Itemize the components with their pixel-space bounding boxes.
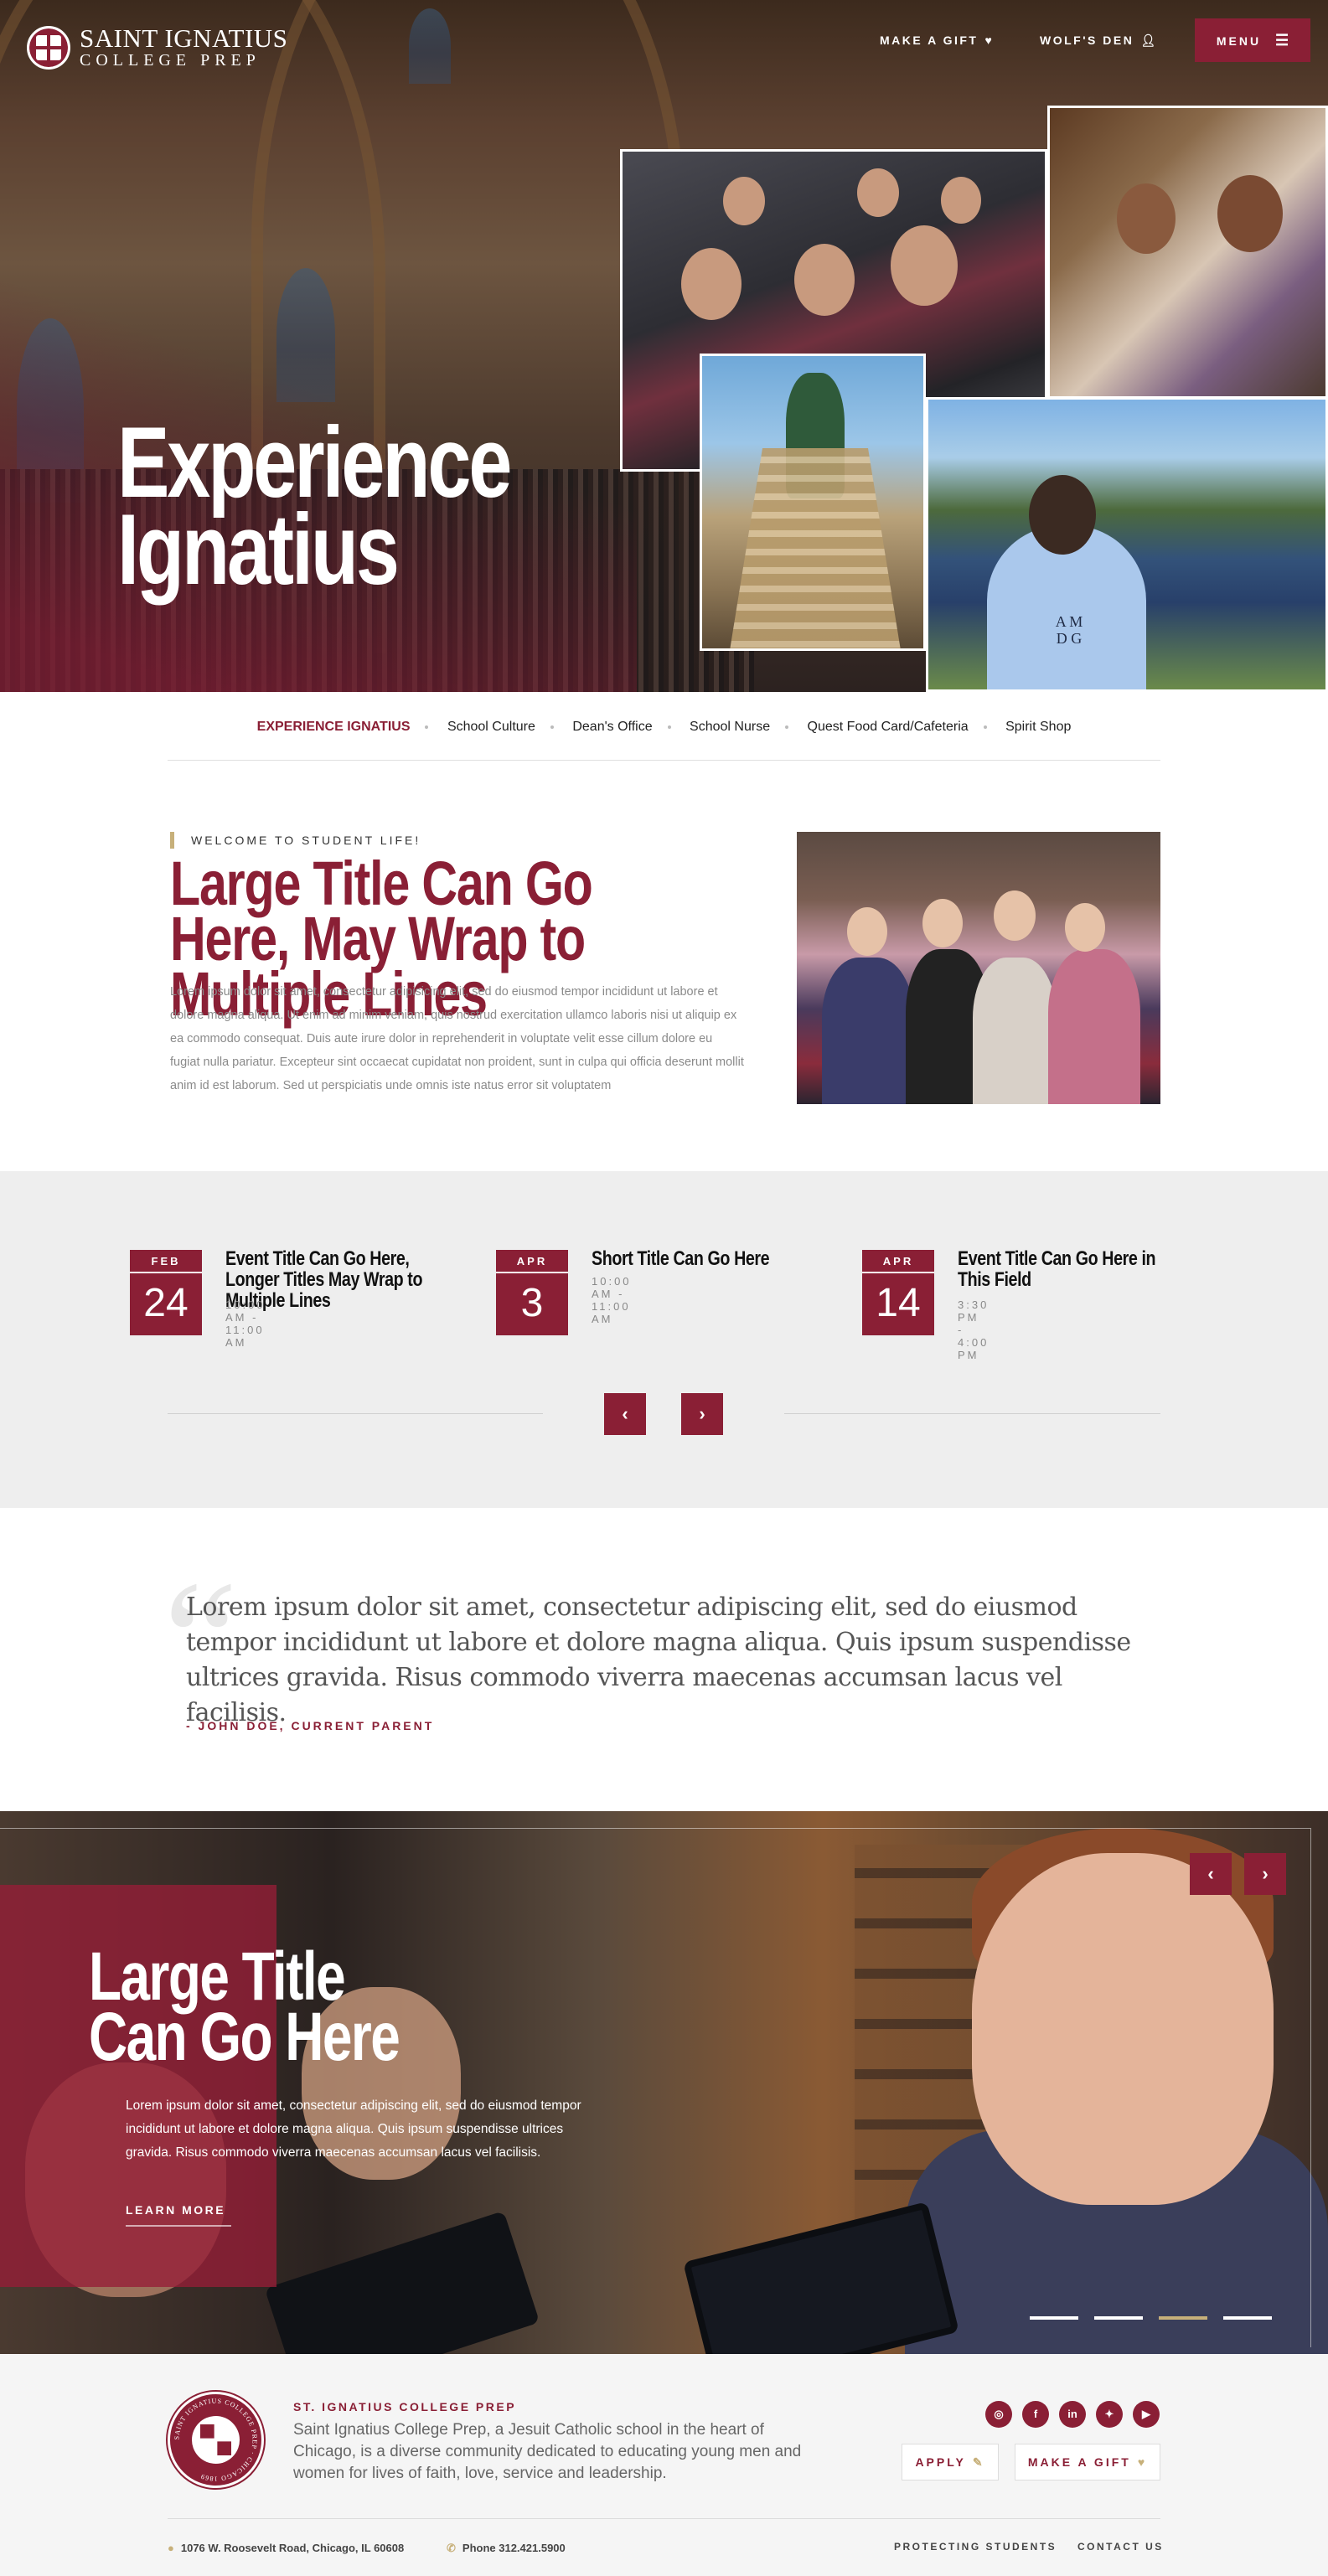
hero-photo-stair-structure xyxy=(700,354,926,651)
site-header: SAINT IGNATIUS COLLEGE PREP MAKE A GIFT ♥… xyxy=(0,0,1328,84)
learn-more-button[interactable]: LEARN MORE xyxy=(126,2203,231,2227)
pencil-icon: ✎ xyxy=(972,2455,985,2469)
footer-divider xyxy=(168,2518,1160,2519)
welcome-photo-students xyxy=(797,832,1160,1104)
welcome-eyebrow: WELCOME TO STUDENT LIFE! xyxy=(170,832,421,849)
subnav-item-spirit-shop[interactable]: Spirit Shop xyxy=(995,704,1081,751)
event-date-badge: APR 3 xyxy=(496,1250,568,1335)
events-next-button[interactable]: › xyxy=(681,1393,723,1435)
hero-section: A M D G Experience Ignatius xyxy=(0,0,1328,692)
footer-phone-text: Phone 312.421.5900 xyxy=(462,2542,566,2554)
make-a-gift-label: MAKE A GIFT xyxy=(880,34,979,47)
hero-photo-river: A M D G xyxy=(926,397,1328,692)
logo-wordmark[interactable]: SAINT IGNATIUS COLLEGE PREP xyxy=(80,23,288,70)
events-divider xyxy=(784,1413,1160,1414)
footer-phone[interactable]: ✆ Phone 312.421.5900 xyxy=(447,2542,566,2555)
twitter-icon[interactable]: ✦ xyxy=(1096,2401,1123,2428)
event-day: 3 xyxy=(520,1281,544,1325)
protecting-students-link[interactable]: PROTECTING STUDENTS xyxy=(894,2541,1057,2553)
event-month: APR xyxy=(862,1250,934,1273)
school-seal-icon: SAINT IGNATIUS COLLEGE PREP · CHICAGO 18… xyxy=(168,2392,264,2488)
events-section: FEB 24 Event Title Can Go Here, Longer T… xyxy=(0,1171,1328,1508)
logo-line2: COLLEGE PREP xyxy=(80,51,261,70)
chevron-left-icon: ‹ xyxy=(1207,1863,1214,1884)
quote-author: - JOHN DOE, CURRENT PARENT xyxy=(186,1719,435,1732)
event-date-badge: FEB 24 xyxy=(130,1250,202,1335)
event-day: 24 xyxy=(143,1281,189,1325)
quote-text: Lorem ipsum dolor sit amet, consectetur … xyxy=(186,1593,1131,1727)
apply-label: APPLY xyxy=(915,2455,966,2469)
shirt-logo-text: A M D G xyxy=(1055,613,1083,647)
event-time: 10:00 AM - 11:00 AM xyxy=(225,1298,266,1349)
footer-address[interactable]: ● 1076 W. Roosevelt Road, Chicago, IL 606… xyxy=(168,2542,404,2554)
linkedin-icon[interactable]: in xyxy=(1059,2401,1086,2428)
logo-crest-icon[interactable] xyxy=(27,26,70,70)
event-title[interactable]: Event Title Can Go Here in This Field xyxy=(958,1248,1164,1290)
subnav-separator xyxy=(425,725,429,729)
subnav-separator xyxy=(667,725,671,729)
heart-icon: ♥ xyxy=(984,34,995,47)
hero-photo-girls-library xyxy=(1047,106,1328,399)
feature-body: Lorem ipsum dolor sit amet, consectetur … xyxy=(126,2098,581,2160)
slider-dot-active[interactable] xyxy=(1159,2316,1207,2320)
apply-button[interactable]: APPLY ✎ xyxy=(902,2444,999,2480)
subnav-separator xyxy=(785,725,789,729)
heart-icon: ♥ xyxy=(1137,2455,1148,2469)
footer-description: Saint Ignatius College Prep, a Jesuit Ca… xyxy=(293,2421,802,2482)
events-divider xyxy=(168,1413,543,1414)
footer-make-a-gift-button[interactable]: MAKE A GIFT ♥ xyxy=(1015,2444,1160,2480)
facebook-icon[interactable]: f xyxy=(1022,2401,1049,2428)
subnav-separator xyxy=(550,725,554,729)
slider-dot[interactable] xyxy=(1223,2316,1272,2320)
event-title[interactable]: Short Title Can Go Here xyxy=(592,1248,798,1269)
footer-org-name: ST. IGNATIUS COLLEGE PREP xyxy=(293,2400,517,2413)
menu-label: MENU xyxy=(1216,34,1262,48)
subnav-item-school-nurse[interactable]: School Nurse xyxy=(680,704,780,751)
event-time: 10:00 AM - 11:00 AM xyxy=(592,1275,632,1325)
youtube-icon[interactable]: ▶ xyxy=(1133,2401,1160,2428)
subnav-item-school-culture[interactable]: School Culture xyxy=(437,704,545,751)
welcome-body: Lorem ipsum dolor sit amet, consectetur … xyxy=(170,985,744,1092)
chevron-right-icon: › xyxy=(699,1403,705,1424)
footer-address-text: 1076 W. Roosevelt Road, Chicago, IL 6060… xyxy=(180,2542,405,2554)
events-prev-button[interactable]: ‹ xyxy=(604,1393,646,1435)
subnav-item-quest-food[interactable]: Quest Food Card/Cafeteria xyxy=(798,704,979,751)
feature-title: Large Title Can Go Here xyxy=(89,1943,429,2075)
make-a-gift-link[interactable]: MAKE A GIFT ♥ xyxy=(880,34,994,47)
instagram-icon[interactable]: ◎ xyxy=(985,2401,1012,2428)
map-pin-icon: ● xyxy=(168,2542,174,2554)
feature-prev-button[interactable]: ‹ xyxy=(1190,1853,1232,1895)
event-month: APR xyxy=(496,1250,568,1273)
chevron-right-icon: › xyxy=(1262,1863,1269,1884)
hero-title: Experience Ignatius xyxy=(117,412,512,606)
wolfs-den-label: WOLF'S DEN xyxy=(1040,34,1134,47)
subnav-item-experience-ignatius[interactable]: EXPERIENCE IGNATIUS xyxy=(247,704,421,751)
event-month: FEB xyxy=(130,1250,202,1273)
slider-dot[interactable] xyxy=(1030,2316,1078,2320)
user-icon: 👤︎ xyxy=(1140,34,1158,47)
footer-make-a-gift-label: MAKE A GIFT xyxy=(1027,2455,1131,2469)
subnav-separator xyxy=(983,725,987,729)
event-time: 3:30 PM - 4:00 PM xyxy=(958,1298,990,1361)
contact-us-link[interactable]: CONTACT US xyxy=(1077,2541,1164,2553)
feature-next-button[interactable]: › xyxy=(1244,1853,1286,1895)
logo-line1: SAINT IGNATIUS xyxy=(80,23,288,53)
hamburger-icon: ☰ xyxy=(1274,32,1289,49)
wolfs-den-link[interactable]: WOLF'S DEN 👤︎ xyxy=(1040,34,1158,48)
hero-title-line2: Ignatius xyxy=(117,493,400,606)
phone-icon: ✆ xyxy=(447,2542,456,2554)
menu-button[interactable]: MENU ☰ xyxy=(1195,18,1310,62)
feature-title-line2: Can Go Here xyxy=(89,1999,400,2075)
event-date-badge: APR 14 xyxy=(862,1250,934,1335)
subnav-item-deans-office[interactable]: Dean's Office xyxy=(562,704,662,751)
chevron-left-icon: ‹ xyxy=(622,1403,628,1424)
slider-dot[interactable] xyxy=(1094,2316,1143,2320)
section-subnav: EXPERIENCE IGNATIUS School Culture Dean'… xyxy=(168,704,1160,761)
event-day: 14 xyxy=(876,1281,921,1325)
